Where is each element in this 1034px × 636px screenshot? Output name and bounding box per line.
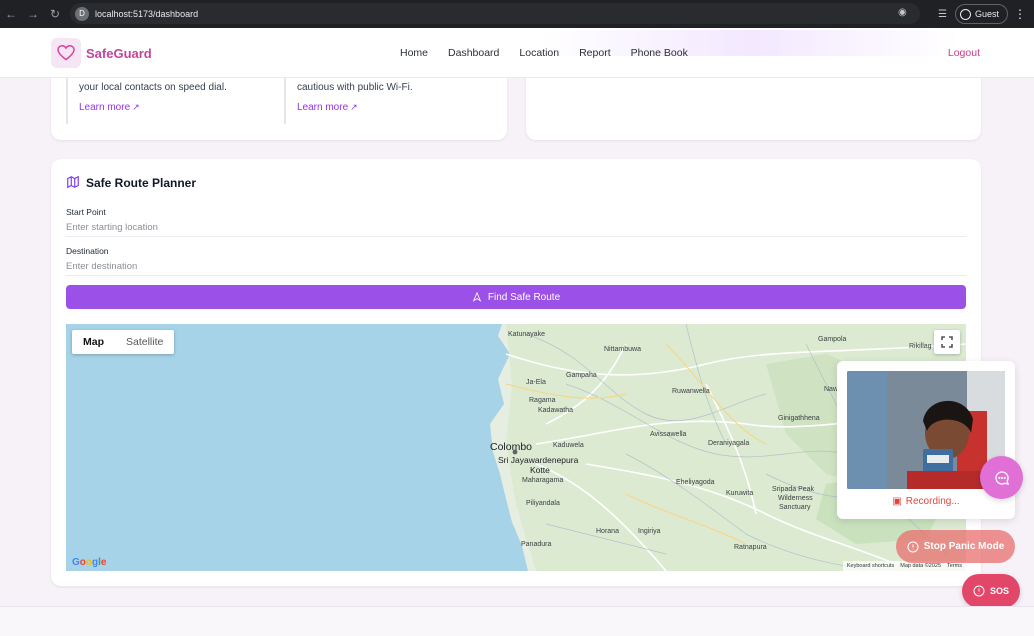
planner-title: Safe Route Planner: [86, 176, 197, 190]
chat-bubble-icon: [994, 470, 1009, 485]
keyboard-shortcuts-link[interactable]: Keyboard shortcuts: [847, 563, 894, 569]
recording-status: ▣ Recording...: [892, 496, 960, 507]
nav-report[interactable]: Report: [579, 47, 611, 59]
profile-icon: [959, 8, 971, 20]
fullscreen-icon[interactable]: [934, 330, 960, 354]
map-label: Sri Jayawardenepura: [498, 455, 579, 465]
alert-circle-icon: [973, 585, 985, 597]
map-label: Gampaha: [566, 372, 597, 379]
find-safe-route-label: Find Safe Route: [487, 291, 561, 303]
stop-panic-mode-button[interactable]: Stop Panic Mode: [896, 530, 1015, 563]
map-label: Gampola: [818, 336, 847, 343]
tip-text: your local contacts on speed dial.: [79, 82, 227, 93]
sos-label: SOS: [989, 586, 1009, 596]
destination-label: Destination: [66, 246, 109, 256]
page-footer: [0, 607, 1034, 636]
map-label: Deraniyagala: [708, 440, 750, 447]
map-label: Kotte: [530, 465, 550, 475]
map-label: Kaduwela: [553, 442, 584, 449]
google-logo: Google: [72, 557, 107, 568]
site-info-icon[interactable]: D: [75, 6, 89, 21]
map-label: Ratnapura: [734, 544, 767, 551]
brand-name[interactable]: SafeGuard: [86, 46, 152, 61]
tip-text: cautious with public Wi-Fi.: [297, 82, 413, 93]
url-text[interactable]: localhost:5173/dashboard: [95, 9, 198, 19]
map-type-map[interactable]: Map: [72, 330, 115, 354]
location-pin-icon[interactable]: ◉: [898, 7, 910, 19]
heart-logo-icon[interactable]: [51, 38, 81, 68]
navigation-icon: [472, 292, 482, 302]
recording-panel: ▣ Recording...: [837, 361, 1015, 519]
map-icon: [67, 175, 79, 189]
app-header: SafeGuard Home Dashboard Location Report…: [0, 28, 1034, 78]
nav-home[interactable]: Home: [400, 47, 428, 59]
back-icon[interactable]: ←: [0, 0, 22, 28]
reload-icon[interactable]: ↻: [44, 0, 66, 28]
profile-button[interactable]: Guest: [954, 4, 1008, 24]
terms-link[interactable]: Terms: [947, 563, 962, 569]
map-label: Panadura: [521, 541, 552, 548]
alert-circle-icon: [907, 541, 919, 552]
map-label: Ruwanwella: [672, 388, 710, 395]
chat-button[interactable]: [980, 456, 1023, 499]
map-label: Maharagama: [522, 477, 564, 484]
stop-panic-label: Stop Panic Mode: [923, 541, 1005, 552]
main-nav: Home Dashboard Location Report Phone Boo…: [400, 47, 708, 59]
map-label: Horana: [596, 528, 619, 535]
logout-link[interactable]: Logout: [948, 47, 980, 59]
map-view[interactable]: Katunayake Nittambuwa Gampaha Ja-Ela Rag…: [66, 324, 966, 571]
map-label: Ingiriya: [638, 528, 661, 535]
video-camera-icon: ▣: [892, 496, 902, 507]
map-label: Ragama: [529, 397, 556, 404]
map-label: Kuruwita: [726, 490, 754, 497]
map-label: Rikillag: [909, 343, 932, 350]
find-safe-route-button[interactable]: Find Safe Route: [66, 285, 966, 309]
forward-icon[interactable]: →: [22, 0, 44, 28]
sos-button[interactable]: SOS: [962, 574, 1020, 608]
learn-more-link[interactable]: Learn more ↗: [79, 102, 140, 113]
map-label: Nittambuwa: [604, 346, 641, 353]
map-label: Eheliyagoda: [676, 479, 715, 486]
map-label-colombo: Colombo: [490, 441, 533, 453]
learn-more-link[interactable]: Learn more ↗: [297, 102, 358, 113]
browser-toolbar: ← → ↻ D localhost:5173/dashboard ◉ ☰ Gue…: [0, 0, 1034, 28]
map-label: Piliyandala: [526, 500, 560, 507]
more-menu-icon[interactable]: ⋮: [1014, 7, 1026, 21]
map-type-satellite[interactable]: Satellite: [115, 330, 174, 354]
map-label: Kadawatha: [538, 407, 574, 414]
map-label: Sanctuary: [779, 504, 811, 511]
start-point-input[interactable]: [66, 219, 966, 237]
map-label: Wilderness: [778, 495, 813, 502]
map-label: Katunayake: [508, 331, 545, 338]
external-link-icon: ↗: [350, 102, 358, 112]
nav-location[interactable]: Location: [519, 47, 559, 59]
address-bar[interactable]: D localhost:5173/dashboard ◉: [70, 3, 920, 24]
map-data-text: Map data ©2025: [900, 563, 942, 569]
map-type-toggle: Map Satellite: [72, 330, 175, 354]
map-label: Ja-Ela: [526, 379, 546, 386]
nav-phone-book[interactable]: Phone Book: [631, 47, 688, 59]
map-label: Sripada Peak: [772, 486, 815, 493]
nav-dashboard[interactable]: Dashboard: [448, 47, 499, 59]
destination-input[interactable]: [66, 258, 966, 276]
tab-search-icon[interactable]: ☰: [938, 9, 947, 20]
start-point-label: Start Point: [66, 207, 106, 217]
map-label: Avissawella: [650, 431, 687, 438]
profile-label: Guest: [974, 9, 999, 19]
external-link-icon: ↗: [132, 102, 140, 112]
map-label: Ginigathhena: [778, 415, 820, 422]
